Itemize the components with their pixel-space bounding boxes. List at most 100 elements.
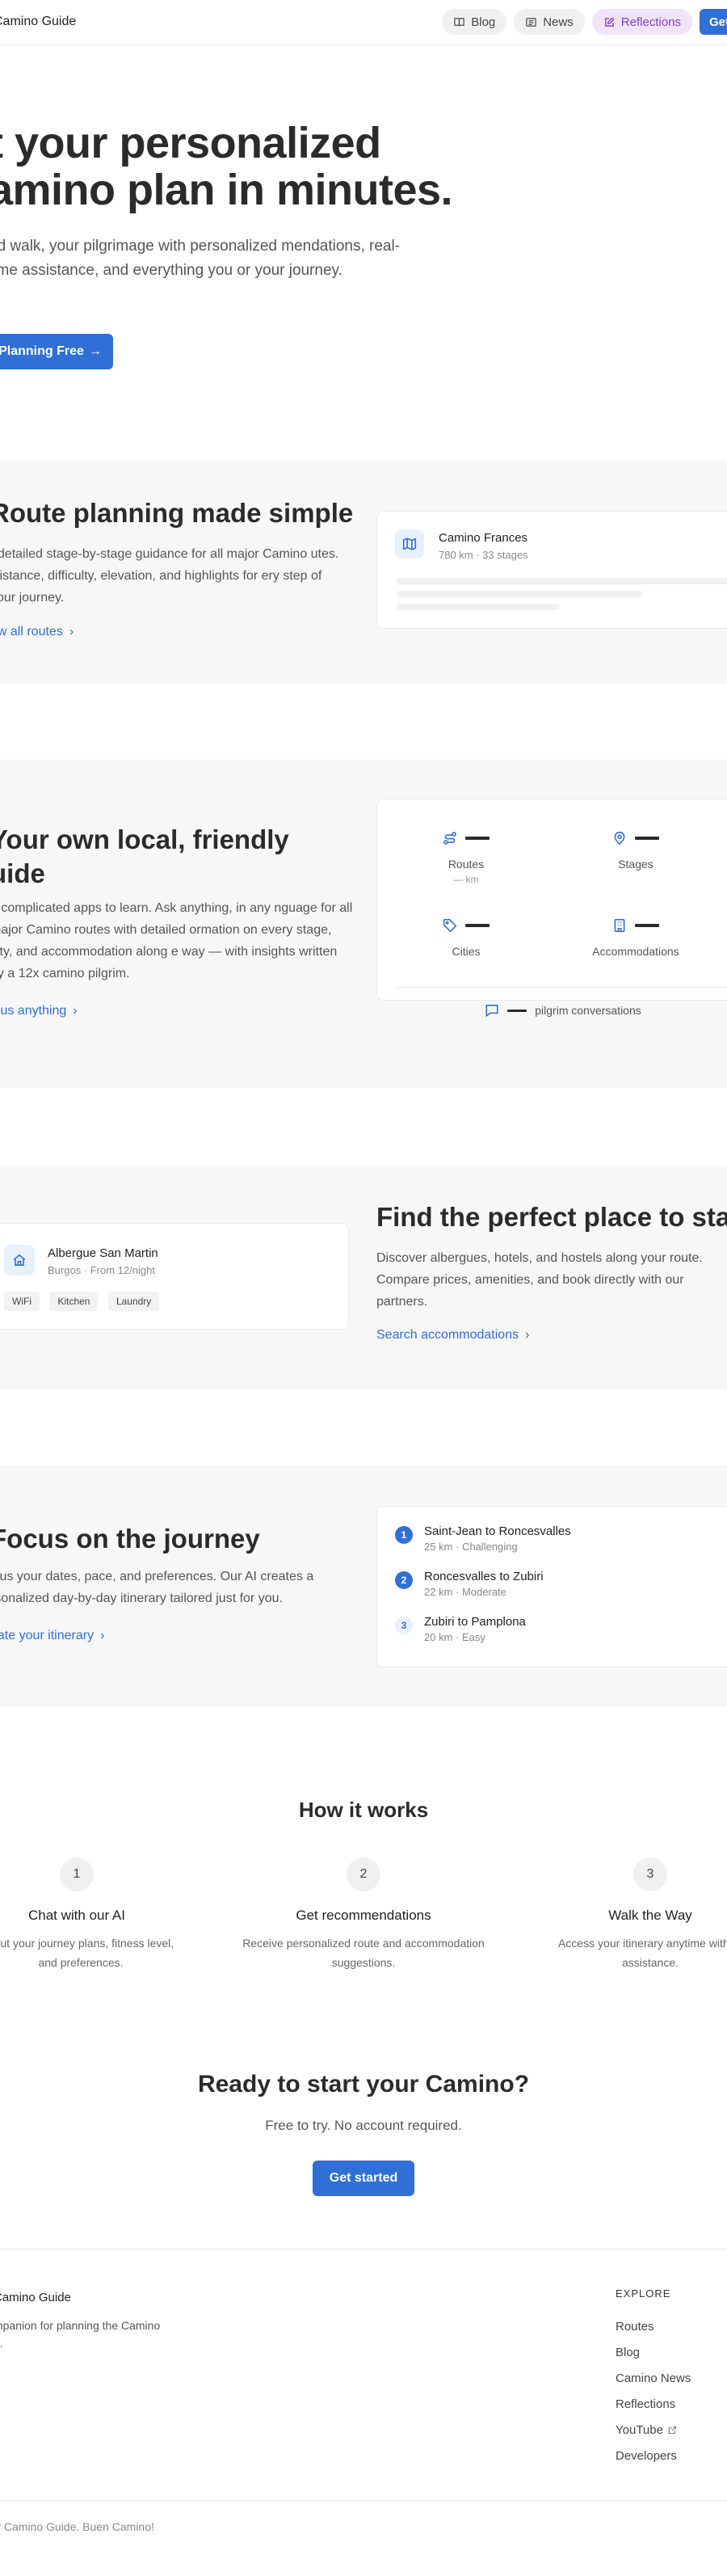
- external-link-icon: [668, 2426, 677, 2434]
- journey-text: ll us your dates, pace, and preferences.…: [0, 1570, 314, 1605]
- how-step-number: 3: [633, 1857, 667, 1891]
- footer-link-label: Routes: [616, 2319, 654, 2334]
- stat-cities: Cities: [377, 916, 555, 958]
- home-icon: [4, 1245, 35, 1275]
- footer-link-youtube[interactable]: YouTube: [616, 2417, 691, 2443]
- how-step-text: bout your journey plans, fitness level, …: [0, 1937, 174, 1969]
- hero-title-line-1: t your personalized: [0, 119, 381, 167]
- stat-value-placeholder: [635, 837, 659, 840]
- how-step-text: Access your itinerary anytime with re as…: [558, 1937, 727, 1969]
- route-preview-card[interactable]: Camino Frances 780 km · 33 stages: [376, 511, 727, 629]
- route-icon: [443, 832, 456, 845]
- start-planning-label: Planning Free: [0, 344, 84, 358]
- chevron-right-icon: ›: [69, 625, 74, 639]
- chat-bubble-icon: [485, 1005, 498, 1018]
- ready-title: Ready to start your Camino?: [197, 2071, 530, 2097]
- nav-blog-label: Blog: [471, 15, 496, 29]
- local-guide-section: Your own local, friendly uide o complica…: [0, 760, 727, 1088]
- arrow-right-icon: →: [88, 344, 102, 358]
- stat-routes: Routes — km: [377, 828, 555, 885]
- view-all-routes-label: ew all routes: [0, 625, 63, 639]
- get-started-button[interactable]: Get started: [313, 2161, 414, 2196]
- footer-explore-heading: EXPLORE: [616, 2287, 671, 2300]
- amenity-tag: Kitchen: [49, 1292, 99, 1311]
- footer-copyright: y Camino Guide. Buen Camino!: [0, 2520, 154, 2533]
- search-accommodations-link[interactable]: Search accommodations ›: [376, 1328, 529, 1343]
- tag-icon: [443, 918, 457, 933]
- route-meta: 780 km · 33 stages: [439, 549, 528, 561]
- nav-reflections-button[interactable]: Reflections: [591, 9, 692, 35]
- footer-link-camino-news[interactable]: Camino News: [616, 2365, 691, 2391]
- how-step-number: 1: [60, 1857, 94, 1891]
- stat-label: Routes: [448, 858, 485, 871]
- footer-link-label: Blog: [616, 2345, 641, 2359]
- footer-link-label: Camino News: [616, 2371, 691, 2385]
- nav-news-label: News: [543, 15, 574, 29]
- building-icon: [614, 918, 625, 933]
- hero-title-line-2: amino plan in minutes.: [0, 166, 453, 214]
- step-number: 3: [395, 1617, 413, 1634]
- routes-title: Route planning made simple: [0, 498, 354, 528]
- routes-section: Route planning made simple t detailed st…: [0, 461, 727, 684]
- journey-title: Focus on the journey: [0, 1524, 260, 1554]
- start-planning-button[interactable]: Planning Free →: [0, 334, 113, 369]
- stats-card: Routes — km Stages Cities Accommodations: [376, 799, 727, 1018]
- pencil-square-icon: [604, 16, 615, 27]
- itinerary-step[interactable]: 1 Saint-Jean to Roncesvalles 25 km · Cha…: [395, 1524, 571, 1553]
- step-name: Roncesvalles to Zubiri: [424, 1570, 544, 1583]
- step-name: Saint-Jean to Roncesvalles: [424, 1524, 571, 1538]
- footer-link-reflections[interactable]: Reflections: [616, 2391, 691, 2417]
- how-step-name: Walk the Way: [608, 1908, 692, 1923]
- accommodation-section: Albergue San Martin Burgos · From 12/nig…: [0, 1166, 727, 1389]
- ask-us-anything-link[interactable]: k us anything ›: [0, 1004, 78, 1018]
- stat-sub: — km: [453, 874, 479, 885]
- newspaper-icon: [526, 17, 537, 27]
- skeleton-line: [397, 591, 642, 597]
- journey-section: Focus on the journey ll us your dates, p…: [0, 1465, 727, 1706]
- how-step-1: 1 Chat with our AI bout your journey pla…: [0, 1857, 210, 1972]
- footer-link-blog[interactable]: Blog: [616, 2339, 691, 2365]
- stat-value-placeholder: [465, 837, 490, 840]
- conversations-row: pilgrim conversations: [377, 1003, 727, 1018]
- footer-link-label: Developers: [616, 2448, 677, 2463]
- view-all-routes-link[interactable]: ew all routes ›: [0, 625, 74, 639]
- footer-link-developers[interactable]: Developers: [616, 2443, 691, 2468]
- stat-stages: Stages: [547, 828, 725, 871]
- map-pin-icon: [614, 831, 625, 845]
- divider: [395, 987, 727, 988]
- hero-title: t your personalized amino plan in minute…: [0, 119, 453, 214]
- footer-link-routes[interactable]: Routes: [616, 2313, 691, 2339]
- route-name: Camino Frances: [439, 531, 528, 545]
- nav-blog-button[interactable]: Blog: [442, 9, 507, 35]
- create-itinerary-link[interactable]: eate your itinerary ›: [0, 1629, 104, 1643]
- amenity-tags: WiFi Kitchen Laundry: [4, 1292, 166, 1311]
- ready-subtitle: Free to try. No account required.: [265, 2118, 462, 2133]
- brand-logo-text[interactable]: Camino Guide: [0, 15, 76, 29]
- footer-description: mpanion for planning the Camino o.: [0, 2319, 161, 2350]
- stat-label: Cities: [452, 945, 481, 958]
- nav-news-button[interactable]: News: [514, 9, 585, 35]
- how-step-name: Get recommendations: [296, 1908, 431, 1923]
- how-it-works-title: How it works: [298, 1798, 429, 1822]
- itinerary-step[interactable]: 3 Zubiri to Pamplona 20 km · Easy: [395, 1615, 526, 1643]
- stat-value-placeholder: [465, 924, 490, 927]
- chevron-right-icon: ›: [73, 1004, 78, 1018]
- step-meta: 25 km · Challenging: [424, 1541, 518, 1553]
- footer-bottom-divider: [0, 2500, 727, 2501]
- get-started-top-button[interactable]: Get started: [700, 9, 727, 35]
- step-name: Zubiri to Pamplona: [424, 1615, 526, 1629]
- footer-link-label: Reflections: [616, 2397, 676, 2411]
- accommodation-name: Albergue San Martin: [48, 1246, 158, 1260]
- itinerary-step[interactable]: 2 Roncesvalles to Zubiri 22 km · Moderat…: [395, 1570, 544, 1598]
- itinerary-card: 1 Saint-Jean to Roncesvalles 25 km · Cha…: [376, 1506, 727, 1667]
- local-guide-text: o complicated apps to learn. Ask anythin…: [0, 901, 353, 980]
- stat-label: Stages: [618, 858, 653, 871]
- step-meta: 20 km · Easy: [424, 1631, 485, 1643]
- nav-reflections-label: Reflections: [620, 15, 681, 29]
- footer-brand[interactable]: Camino Guide: [0, 2291, 71, 2304]
- create-itinerary-label: eate your itinerary: [0, 1629, 95, 1642]
- nav-links: Blog News Reflections Get started: [442, 9, 727, 35]
- how-step-2: 2 Get recommendations Receive personaliz…: [230, 1857, 497, 1972]
- accommodation-card[interactable]: Albergue San Martin Burgos · From 12/nig…: [0, 1223, 349, 1330]
- how-step-number: 2: [347, 1857, 380, 1891]
